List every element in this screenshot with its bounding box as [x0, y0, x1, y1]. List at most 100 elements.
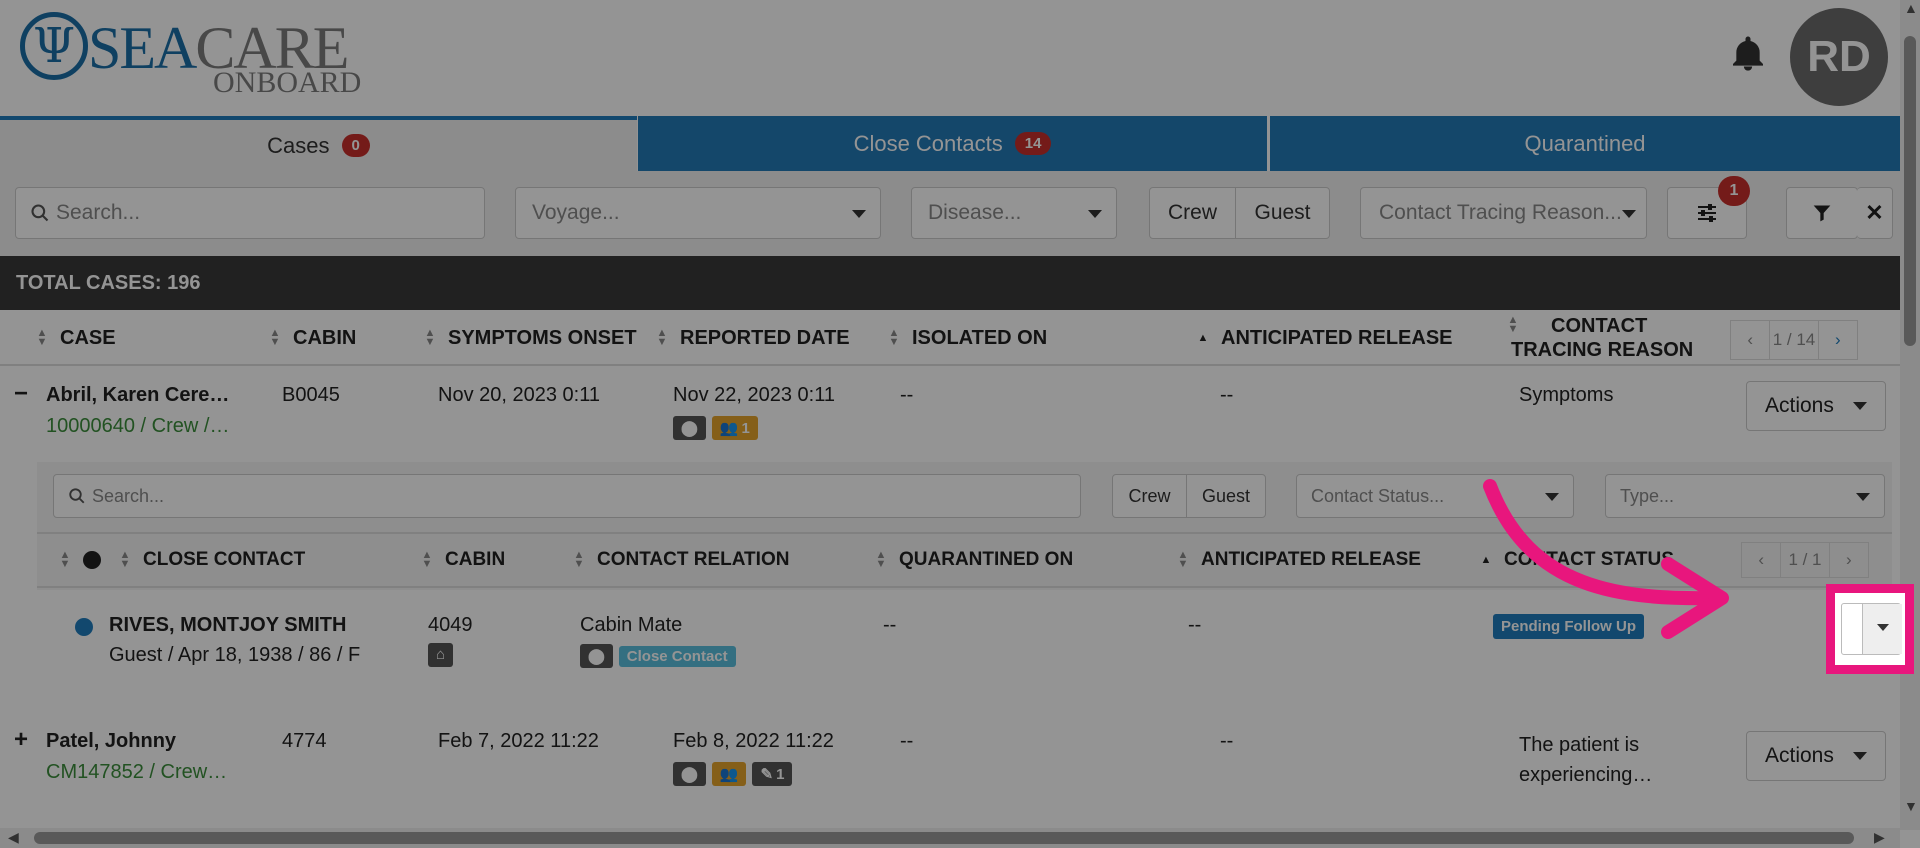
column-anticipated-release[interactable]: ▲ ANTICIPATED RELEASE	[1197, 310, 1453, 366]
contact-crew-filter-button[interactable]: Crew	[1112, 474, 1187, 518]
tutorial-highlight-box	[1826, 584, 1914, 674]
sort-icon: ▲ ▼	[573, 549, 585, 570]
filter-button[interactable]	[1786, 187, 1858, 239]
attachments-chip[interactable]: ✎ 1	[752, 762, 793, 786]
bell-icon[interactable]	[1728, 34, 1768, 74]
column-label: ISOLATED ON	[912, 326, 1048, 349]
location-pin-icon[interactable]: ⬤	[673, 762, 706, 786]
pager-prev-button[interactable]: ‹	[1742, 543, 1782, 577]
case-row[interactable]: − Abril, Karen Cere… 10000640 / Crew /… …	[0, 368, 1900, 462]
column-label: CABIN	[293, 326, 357, 349]
column-cabin[interactable]: ▲ ▼ CABIN	[269, 310, 357, 366]
chevron-down-icon	[1622, 210, 1636, 218]
collapse-row-button[interactable]: −	[14, 380, 28, 408]
group-icon[interactable]: 👥	[711, 762, 747, 786]
contact-relation: Cabin Mate	[580, 614, 683, 636]
actions-dropdown-button[interactable]: Actions	[1746, 731, 1886, 781]
tab-count-badge: 14	[1014, 132, 1052, 155]
dot-icon	[83, 551, 101, 569]
pager-page-indicator: 1 / 1	[1788, 550, 1822, 569]
contact-search-input[interactable]: Search...	[53, 474, 1081, 518]
case-indicators: ⬤ 👥 1	[673, 416, 764, 440]
case-isolated-on: --	[900, 384, 914, 406]
scroll-left-arrow-icon[interactable]: ◀	[8, 829, 19, 846]
horizontal-scroll-thumb[interactable]	[34, 832, 1854, 844]
case-reported-date: Feb 8, 2022 11:22	[673, 730, 834, 752]
main-tabs: Cases 0 Close Contacts 14 Quarantined	[0, 116, 1900, 171]
column-contact-cabin[interactable]: ▲ ▼ CABIN	[421, 534, 506, 586]
column-label: ANTICIPATED RELEASE	[1201, 549, 1421, 570]
tab-close-contacts[interactable]: Close Contacts 14	[637, 116, 1267, 171]
voyage-select[interactable]: Voyage...	[515, 187, 881, 239]
home-icon: ⌂	[428, 642, 454, 667]
column-label: CONTACT RELATION	[597, 549, 790, 570]
actions-dropdown-button[interactable]: Actions	[1746, 381, 1886, 431]
column-close-contact[interactable]: ▲ ▼ CLOSE CONTACT	[119, 534, 306, 586]
case-indicators: ⬤ 👥 ✎ 1	[673, 762, 798, 786]
clear-filters-button[interactable]: ✕	[1857, 187, 1893, 239]
tutorial-arrow-icon	[1483, 479, 1729, 639]
column-contact-anticipated-release[interactable]: ▲ ▼ ANTICIPATED RELEASE	[1177, 534, 1421, 586]
scroll-right-arrow-icon[interactable]: ▶	[1874, 829, 1885, 846]
location-pin-icon[interactable]: ⬤	[673, 416, 706, 440]
scroll-down-arrow-icon[interactable]: ▼	[1904, 798, 1918, 814]
case-name[interactable]: Patel, Johnny	[46, 730, 176, 753]
search-placeholder: Search...	[92, 485, 165, 506]
disease-select[interactable]: Disease...	[911, 187, 1117, 239]
search-placeholder: Search...	[56, 201, 141, 224]
crew-filter-button[interactable]: Crew	[1149, 187, 1236, 239]
column-contact-tracing-reason[interactable]: ▲ ▼ CONTACT TRACING REASON	[1507, 310, 1694, 366]
contact-anticipated-release: --	[1188, 614, 1202, 636]
case-anticipated-release: --	[1220, 730, 1234, 752]
row-action-dropdown-toggle[interactable]	[1862, 604, 1902, 654]
expand-row-button[interactable]: +	[14, 726, 28, 754]
case-row[interactable]: + Patel, Johnny CM147852 / Crew… 4774 Fe…	[0, 714, 1900, 808]
column-reported-date[interactable]: ▲ ▼ REPORTED DATE	[656, 310, 850, 366]
vertical-scroll-thumb[interactable]	[1904, 36, 1916, 346]
tab-cases[interactable]: Cases 0	[0, 116, 637, 171]
column-isolated-on[interactable]: ▲ ▼ ISOLATED ON	[888, 310, 1048, 366]
user-avatar[interactable]: RD	[1790, 8, 1888, 106]
column-label: ANTICIPATED RELEASE	[1221, 326, 1453, 349]
column-quarantined-on[interactable]: ▲ ▼ QUARANTINED ON	[875, 534, 1074, 586]
pager-next-button[interactable]: ›	[1817, 321, 1857, 359]
tab-label: Close Contacts	[853, 130, 1003, 156]
column-label: CONTACT TRACING REASON	[1511, 314, 1693, 362]
case-name[interactable]: Abril, Karen Cere…	[46, 384, 229, 407]
contact-guest-filter-button[interactable]: Guest	[1186, 474, 1266, 518]
cases-pager: ‹ 1 / 14 ›	[1730, 320, 1858, 360]
tab-label: Quarantined	[1524, 130, 1646, 156]
column-contact-relation[interactable]: ▲ ▼ CONTACT RELATION	[573, 534, 790, 586]
column-status-dot[interactable]: ▲ ▼	[59, 534, 101, 586]
chevron-down-icon	[1877, 624, 1889, 631]
column-symptoms-onset[interactable]: ▲ ▼ SYMPTOMS ONSET	[424, 310, 637, 366]
attachments-count: 1	[776, 765, 785, 783]
sort-icon: ▲ ▼	[119, 549, 131, 570]
filter-bar: Search... Voyage... Disease... Crew Gues…	[0, 171, 1900, 256]
location-pin-icon[interactable]: ⬤	[580, 644, 613, 668]
contact-tracing-reason-select[interactable]: Contact Tracing Reason...	[1360, 187, 1647, 239]
case-search-input[interactable]: Search...	[15, 187, 485, 239]
sort-icon: ▲ ▼	[424, 327, 436, 348]
scroll-up-arrow-icon[interactable]: ▲	[1904, 0, 1918, 16]
guest-filter-button[interactable]: Guest	[1235, 187, 1330, 239]
contact-details: Guest / Apr 18, 1938 / 86 / F	[109, 644, 361, 666]
disease-placeholder: Disease...	[928, 201, 1022, 224]
contacts-count-chip[interactable]: 👥 1	[711, 416, 758, 440]
column-case[interactable]: ▲ ▼ CASE	[36, 310, 116, 366]
vertical-scrollbar[interactable]: ▲ ▼	[1900, 0, 1920, 830]
pager-prev-button[interactable]: ‹	[1731, 321, 1771, 359]
seacare-logo[interactable]: SEACARE ONBOARD	[18, 10, 378, 98]
column-label: QUARANTINED ON	[899, 549, 1074, 570]
contact-cabin-indicator: ⌂	[428, 642, 459, 667]
case-cabin: 4774	[282, 730, 327, 752]
horizontal-scrollbar[interactable]: ◀ ▶	[0, 828, 1900, 848]
pager-page-indicator: 1 / 14	[1772, 330, 1816, 349]
contact-name[interactable]: RIVES, MONTJOY SMITH	[109, 614, 346, 637]
close-icon: ✕	[1865, 200, 1884, 225]
row-action-split-button[interactable]	[1841, 603, 1902, 655]
tab-quarantined[interactable]: Quarantined	[1267, 116, 1900, 171]
column-label-line: TRACING REASON	[1511, 339, 1694, 361]
pager-next-button[interactable]: ›	[1828, 543, 1868, 577]
sort-icon: ▲ ▼	[36, 327, 48, 348]
